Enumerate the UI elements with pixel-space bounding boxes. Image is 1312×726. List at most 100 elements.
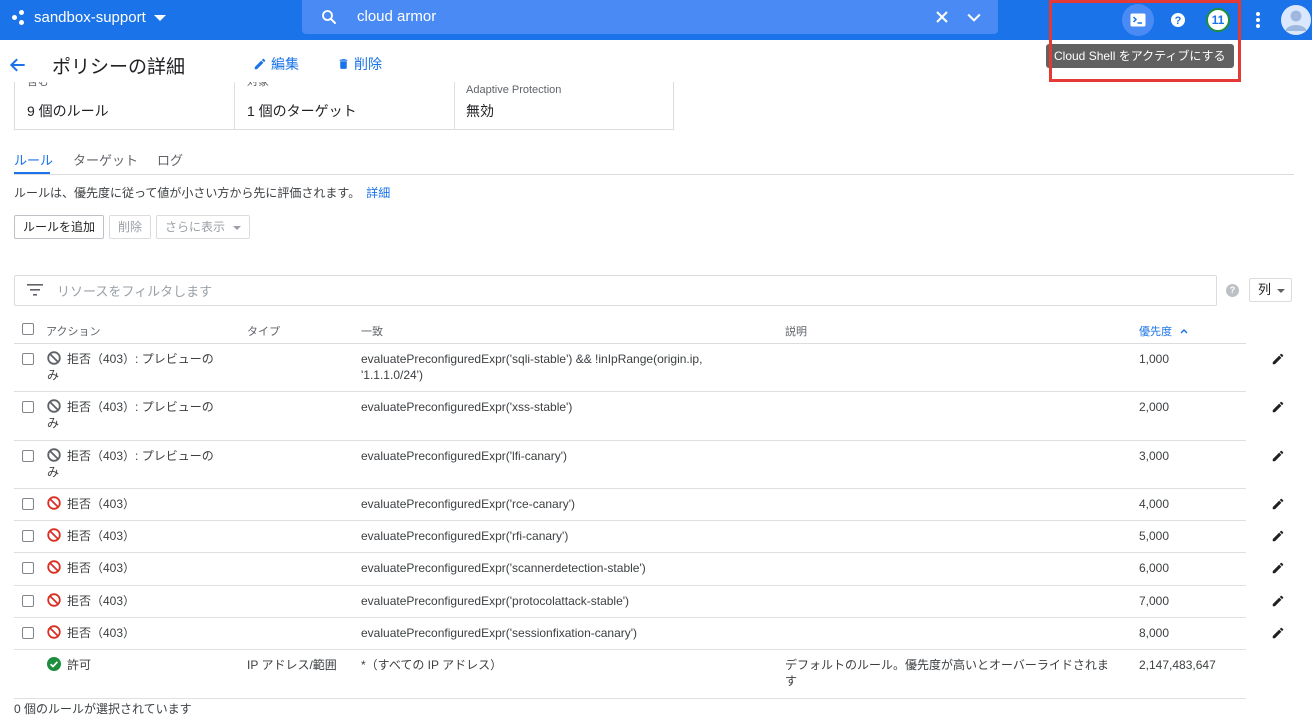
rule-description: デフォルトのルール。優先度が高いとオーバーライドされま <box>785 658 1109 672</box>
rule-match-wrap: '1.1.1.0/24') <box>361 368 423 382</box>
block-preview-icon <box>47 399 61 413</box>
rule-action-text: 拒否（403） <box>67 528 135 544</box>
table-row[interactable]: 拒否（403） evaluatePreconfiguredExpr('sessio… <box>14 618 1246 650</box>
rule-action-label: 許可 <box>67 658 92 672</box>
rule-action: 拒否（403）: プレビューの <box>47 351 232 367</box>
header-type[interactable]: タイプ <box>247 323 280 339</box>
edit-rule-pencil-icon[interactable] <box>1271 352 1285 366</box>
page-title: ポリシーの詳細 <box>52 57 186 78</box>
learn-more-link[interactable]: 詳細 <box>366 186 390 200</box>
tab-logs[interactable]: ログ <box>157 150 183 169</box>
divider <box>234 82 235 129</box>
row-checkbox[interactable] <box>22 627 34 639</box>
more-options-button[interactable] <box>1242 4 1274 36</box>
rule-action-text: 許可 <box>67 657 91 673</box>
rule-match: evaluatePreconfiguredExpr('sessionfixati… <box>361 626 638 640</box>
block-icon <box>47 528 61 542</box>
rule-action-text: 拒否（403）: プレビューの <box>67 351 214 367</box>
chevron-down-icon[interactable] <box>964 7 984 27</box>
add-rule-button[interactable]: ルールを追加 <box>14 215 105 239</box>
edit-rule-pencil-icon[interactable] <box>1271 594 1285 608</box>
columns-label: 列 <box>1258 282 1272 297</box>
block-preview-icon <box>47 448 61 462</box>
search-icon <box>322 10 336 24</box>
active-tab-indicator <box>14 172 50 174</box>
filter-icon <box>27 284 43 296</box>
columns-button[interactable]: 列 <box>1249 278 1293 302</box>
table-row[interactable]: 拒否（403） evaluatePreconfiguredExpr('scanne… <box>14 553 1246 586</box>
edit-rule-pencil-icon[interactable] <box>1271 400 1285 414</box>
rule-action-text: 拒否（403） <box>67 560 135 576</box>
table-row[interactable]: 拒否（403） evaluatePreconfiguredExpr('rce-ca… <box>14 489 1246 521</box>
edit-rule-pencil-icon[interactable] <box>1271 449 1285 463</box>
filter-help-icon[interactable]: ? <box>1226 284 1239 297</box>
table-row[interactable]: 許可 IP アドレス/範囲 *（すべての IP アドレス） デフォルトのルール。優先度… <box>14 650 1246 699</box>
delete-label: 削除 <box>354 56 382 72</box>
rule-action-text: 拒否（403）: プレビューの <box>67 399 214 415</box>
tab-bar: ルール ターゲット ログ <box>14 144 1294 175</box>
rule-match: evaluatePreconfiguredExpr('protocolattac… <box>361 594 630 608</box>
search-bar <box>302 0 998 34</box>
highlight-box <box>1049 0 1241 82</box>
summary-rules: 含む 9 個のルール <box>27 82 237 129</box>
tab-targets[interactable]: ターゲット <box>73 150 138 169</box>
back-arrow-icon[interactable] <box>8 55 28 75</box>
rule-action-label: 拒否（403） <box>67 497 136 511</box>
tab-rules[interactable]: ルール <box>14 150 53 169</box>
summary-label: 含む <box>27 82 49 88</box>
row-checkbox[interactable] <box>22 530 34 542</box>
caret-down-icon <box>233 226 242 230</box>
row-checkbox[interactable] <box>22 353 34 365</box>
avatar[interactable] <box>1280 4 1312 36</box>
header-description[interactable]: 説明 <box>785 323 807 339</box>
rule-match: evaluatePreconfiguredExpr('rce-canary') <box>361 497 576 511</box>
rule-action-text: 拒否（403） <box>67 593 135 609</box>
delete-rule-button[interactable]: 削除 <box>109 215 152 239</box>
rule-description-wrap: す <box>785 674 798 688</box>
summary-adaptive-protection: Adaptive Protection 無効 <box>466 82 666 129</box>
edit-rule-pencil-icon[interactable] <box>1271 561 1285 575</box>
account-icon <box>1281 5 1311 35</box>
rule-action-text: 拒否（403） <box>67 496 135 512</box>
rule-priority: 8,000 <box>1139 626 1170 640</box>
row-checkbox[interactable] <box>22 498 34 510</box>
edit-button[interactable]: 編集 <box>253 54 299 74</box>
table-row[interactable]: 拒否（403）: プレビューのみ evaluatePreconfiguredExp… <box>14 441 1246 489</box>
select-all-checkbox[interactable] <box>22 323 34 335</box>
rule-match: *（すべての IP アドレス） <box>361 658 503 672</box>
check-circle-icon <box>47 657 61 671</box>
table-row[interactable]: 拒否（403） evaluatePreconfiguredExpr('rfi-ca… <box>14 521 1246 553</box>
edit-rule-pencil-icon[interactable] <box>1271 626 1285 640</box>
table-row[interactable]: 拒否（403）: プレビューのみ evaluatePreconfiguredExp… <box>14 344 1246 392</box>
rule-priority: 5,000 <box>1139 529 1170 543</box>
header-priority[interactable]: 優先度 <box>1139 323 1189 339</box>
header-action[interactable]: アクション <box>46 323 100 339</box>
rule-priority: 2,000 <box>1139 400 1170 414</box>
header-match[interactable]: 一致 <box>361 323 383 339</box>
table-row[interactable]: 拒否（403）: プレビューのみ evaluatePreconfiguredExp… <box>14 392 1246 441</box>
row-checkbox[interactable] <box>22 450 34 462</box>
table-row[interactable]: 拒否（403） evaluatePreconfiguredExpr('protoc… <box>14 586 1246 618</box>
close-icon[interactable] <box>932 7 952 27</box>
sort-ascending-icon <box>1180 328 1188 334</box>
summary-label: Adaptive Protection <box>466 84 562 96</box>
row-checkbox[interactable] <box>22 401 34 413</box>
project-name: sandbox-support <box>34 9 146 26</box>
rule-action-text: 拒否（403）: プレビューの <box>67 448 214 464</box>
row-checkbox[interactable] <box>22 595 34 607</box>
search-input[interactable] <box>357 5 917 27</box>
edit-rule-pencil-icon[interactable] <box>1271 497 1285 511</box>
delete-button[interactable]: 削除 <box>337 54 382 74</box>
more-actions-button[interactable]: さらに表示 <box>156 215 251 239</box>
edit-rule-pencil-icon[interactable] <box>1271 529 1285 543</box>
project-selector[interactable]: sandbox-support <box>12 9 166 26</box>
filter-input[interactable] <box>57 281 957 301</box>
row-checkbox[interactable] <box>22 562 34 574</box>
rules-description: ルールは、優先度に従って値が小さい方から先に評価されます。 詳細 <box>14 184 390 201</box>
rule-match: evaluatePreconfiguredExpr('scannerdetect… <box>361 561 646 575</box>
rule-action-wrap: み <box>47 465 60 479</box>
rule-action: 拒否（403） <box>47 625 232 641</box>
rule-action: 拒否（403）: プレビューの <box>47 399 232 415</box>
caret-down-icon <box>1277 289 1286 293</box>
rule-match: evaluatePreconfiguredExpr('lfi-canary') <box>361 449 568 463</box>
